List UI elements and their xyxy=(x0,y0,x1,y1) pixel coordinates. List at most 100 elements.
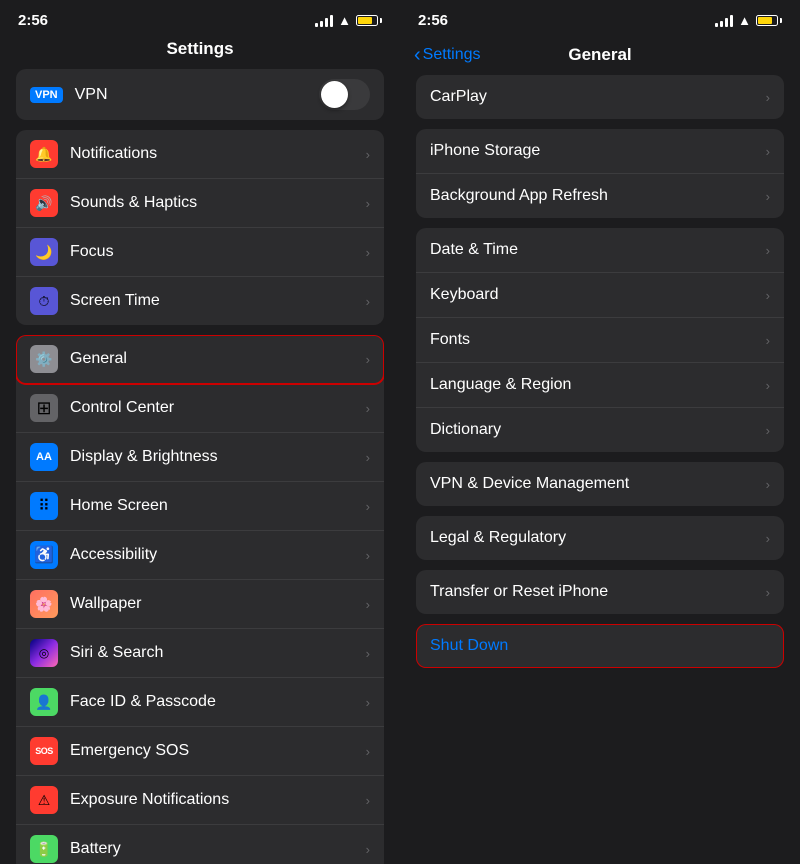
wallpaper-label: Wallpaper xyxy=(70,595,360,613)
row-vpn-device[interactable]: VPN & Device Management › xyxy=(416,462,784,506)
row-general[interactable]: ⚙️ General › xyxy=(16,335,384,384)
vpn-device-label: VPN & Device Management xyxy=(430,475,766,493)
carplay-chevron: › xyxy=(766,90,770,105)
time-right: 2:56 xyxy=(418,12,448,29)
keyboard-chevron: › xyxy=(766,288,770,303)
back-label: Settings xyxy=(423,46,481,64)
vpn-toggle[interactable] xyxy=(319,79,370,110)
legal-chevron: › xyxy=(766,531,770,546)
legal-label: Legal & Regulatory xyxy=(430,529,766,547)
row-sounds[interactable]: 🔊 Sounds & Haptics › xyxy=(16,179,384,228)
sounds-chevron: › xyxy=(366,196,370,211)
battery-label: Battery xyxy=(70,840,360,858)
status-bar-right: 2:56 ▲ xyxy=(400,0,800,35)
row-transfer[interactable]: Transfer or Reset iPhone › xyxy=(416,570,784,614)
status-icons-right: ▲ xyxy=(715,13,782,28)
shutdown-label: Shut Down xyxy=(430,637,508,655)
date-time-chevron: › xyxy=(766,243,770,258)
transfer-section: Transfer or Reset iPhone › xyxy=(416,570,784,614)
screentime-chevron: › xyxy=(366,294,370,309)
vpn-label: VPN xyxy=(75,86,311,104)
wallpaper-icon: 🌸 xyxy=(30,590,58,618)
exposure-icon: ⚠ xyxy=(30,786,58,814)
right-content: CarPlay › iPhone Storage › Background Ap… xyxy=(400,75,800,864)
shutdown-section: Shut Down xyxy=(416,624,784,668)
notifications-label: Notifications xyxy=(70,145,360,163)
keyboard-label: Keyboard xyxy=(430,286,766,304)
notifications-icon: 🔔 xyxy=(30,140,58,168)
language-label: Language & Region xyxy=(430,376,766,394)
accessibility-label: Accessibility xyxy=(70,546,360,564)
screentime-icon: ⏱ xyxy=(30,287,58,315)
status-icons-left: ▲ xyxy=(315,13,382,28)
sounds-icon: 🔊 xyxy=(30,189,58,217)
row-bg-refresh[interactable]: Background App Refresh › xyxy=(416,174,784,218)
dictionary-chevron: › xyxy=(766,423,770,438)
wifi-icon: ▲ xyxy=(338,13,351,28)
row-keyboard[interactable]: Keyboard › xyxy=(416,273,784,318)
right-panel: 2:56 ▲ ‹ Settings General xyxy=(400,0,800,864)
row-accessibility[interactable]: ♿ Accessibility › xyxy=(16,531,384,580)
sos-label: Emergency SOS xyxy=(70,742,360,760)
storage-section: iPhone Storage › Background App Refresh … xyxy=(416,129,784,218)
row-control-center[interactable]: ⊞ Control Center › xyxy=(16,384,384,433)
row-date-time[interactable]: Date & Time › xyxy=(416,228,784,273)
row-sos[interactable]: SOS Emergency SOS › xyxy=(16,727,384,776)
row-shutdown[interactable]: Shut Down xyxy=(416,624,784,668)
sounds-label: Sounds & Haptics xyxy=(70,194,360,212)
row-iphone-storage[interactable]: iPhone Storage › xyxy=(416,129,784,174)
general-label: General xyxy=(70,350,360,368)
accessibility-icon: ♿ xyxy=(30,541,58,569)
notifications-section: 🔔 Notifications › 🔊 Sounds & Haptics › 🌙… xyxy=(16,130,384,325)
row-wallpaper[interactable]: 🌸 Wallpaper › xyxy=(16,580,384,629)
vpn-device-section: VPN & Device Management › xyxy=(416,462,784,506)
homescreen-icon: ⠿ xyxy=(30,492,58,520)
vpn-section: VPN VPN xyxy=(16,69,384,120)
siri-chevron: › xyxy=(366,646,370,661)
row-legal[interactable]: Legal & Regulatory › xyxy=(416,516,784,560)
exposure-label: Exposure Notifications xyxy=(70,791,360,809)
general-icon: ⚙️ xyxy=(30,345,58,373)
row-homescreen[interactable]: ⠿ Home Screen › xyxy=(16,482,384,531)
controlcenter-label: Control Center xyxy=(70,399,360,417)
row-carplay[interactable]: CarPlay › xyxy=(416,75,784,119)
back-button[interactable]: ‹ Settings xyxy=(414,45,480,65)
iphone-storage-label: iPhone Storage xyxy=(430,142,766,160)
vpn-row[interactable]: VPN VPN xyxy=(16,69,384,120)
time-left: 2:56 xyxy=(18,12,48,29)
row-screentime[interactable]: ⏱ Screen Time › xyxy=(16,277,384,325)
wallpaper-chevron: › xyxy=(366,597,370,612)
row-battery[interactable]: 🔋 Battery › xyxy=(16,825,384,864)
row-exposure[interactable]: ⚠ Exposure Notifications › xyxy=(16,776,384,825)
signal-icon xyxy=(315,15,333,27)
row-language[interactable]: Language & Region › xyxy=(416,363,784,408)
left-panel-title: Settings xyxy=(0,35,400,69)
row-display[interactable]: AA Display & Brightness › xyxy=(16,433,384,482)
faceid-chevron: › xyxy=(366,695,370,710)
row-notifications[interactable]: 🔔 Notifications › xyxy=(16,130,384,179)
fonts-chevron: › xyxy=(766,333,770,348)
row-fonts[interactable]: Fonts › xyxy=(416,318,784,363)
screentime-label: Screen Time xyxy=(70,292,360,310)
signal-icon-right xyxy=(715,15,733,27)
left-scroll: VPN VPN 🔔 Notifications › 🔊 Sounds & Hap… xyxy=(0,69,400,864)
battery-row-icon: 🔋 xyxy=(30,835,58,863)
notifications-chevron: › xyxy=(366,147,370,162)
row-focus[interactable]: 🌙 Focus › xyxy=(16,228,384,277)
language-chevron: › xyxy=(766,378,770,393)
vpn-badge: VPN xyxy=(30,87,63,103)
display-icon: AA xyxy=(30,443,58,471)
battery-chevron: › xyxy=(366,842,370,857)
row-faceid[interactable]: 👤 Face ID & Passcode › xyxy=(16,678,384,727)
fonts-label: Fonts xyxy=(430,331,766,349)
battery-icon-left xyxy=(356,15,382,26)
transfer-chevron: › xyxy=(766,585,770,600)
left-panel: 2:56 ▲ Settings VPN VPN xyxy=(0,0,400,864)
row-dictionary[interactable]: Dictionary › xyxy=(416,408,784,452)
bg-refresh-label: Background App Refresh xyxy=(430,187,766,205)
right-nav: ‹ Settings General xyxy=(400,35,800,75)
focus-icon: 🌙 xyxy=(30,238,58,266)
siri-icon: ◎ xyxy=(30,639,58,667)
wifi-icon-right: ▲ xyxy=(738,13,751,28)
row-siri[interactable]: ◎ Siri & Search › xyxy=(16,629,384,678)
